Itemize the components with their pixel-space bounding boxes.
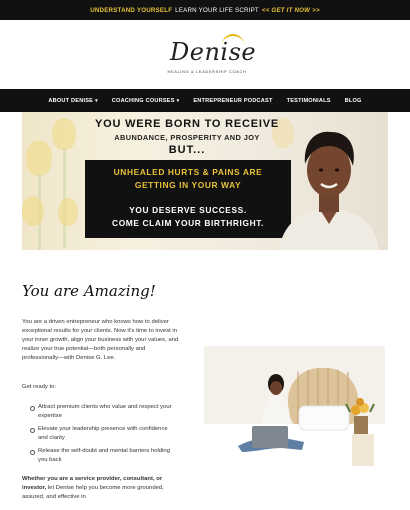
- list-item: Elevate your leadership presence with co…: [30, 425, 175, 442]
- intro-ready-label: Get ready to:: [22, 384, 57, 390]
- tulip-decoration: [22, 196, 44, 226]
- tulip-decoration: [26, 140, 52, 176]
- nav-item-blog[interactable]: BLOG: [345, 98, 362, 104]
- nav-item-testimonials[interactable]: TESTIMONIALS: [287, 98, 331, 104]
- tulip-decoration: [52, 118, 76, 150]
- nav-item-label: ENTREPRENEUR PODCAST: [193, 97, 273, 104]
- chevron-down-icon: ▾: [176, 97, 180, 104]
- announcement-highlight: UNDERSTAND YOURSELF: [90, 6, 173, 14]
- intro-closing: Whether you are a service provider, cons…: [22, 475, 182, 502]
- logo-tagline: HEALING & LEADERSHIP COACH: [167, 69, 247, 74]
- list-item: Attract premium clients who value and re…: [30, 403, 175, 420]
- nav-item-label: COACHING COURSES: [111, 97, 175, 104]
- hero-headline: YOU WERE BORN TO RECEIVE: [94, 118, 280, 130]
- nav-item-entrepreneur-podcast[interactable]: ENTREPRENEUR PODCAST: [193, 98, 272, 104]
- main-nav: ABOUT DENISE ▾ COACHING COURSES ▾ ENTREP…: [0, 89, 410, 112]
- hero-box-line-2: GETTING IN YOUR WAY: [134, 180, 242, 190]
- hero-box-promise: YOU DESERVE SUCCESS. COME CLAIM YOUR BIR…: [85, 204, 291, 230]
- coach-working-photo: [204, 346, 385, 466]
- intro-paragraph: You are a driven entrepreneur who knows …: [22, 319, 179, 361]
- intro-title: You are Amazing!: [22, 282, 156, 300]
- nav-item-about-denise[interactable]: ABOUT DENISE ▾: [48, 98, 97, 104]
- hero-box-line-1: UNHEALED HURTS & PAINS ARE: [113, 167, 263, 177]
- hero-banner: YOU WERE BORN TO RECEIVE ABUNDANCE, PROS…: [22, 112, 388, 250]
- announcement-cta-link[interactable]: << GET IT NOW >>: [262, 7, 320, 14]
- announcement-bar[interactable]: UNDERSTAND YOURSELF LEARN YOUR LIFE SCRI…: [0, 0, 410, 20]
- nav-item-label: TESTIMONIALS: [286, 97, 331, 104]
- nav-item-label: ABOUT DENISE: [48, 97, 94, 104]
- site-logo[interactable]: Denise HEALING & LEADERSHIP COACH: [150, 32, 260, 78]
- hero-box-warning: UNHEALED HURTS & PAINS ARE GETTING IN YO…: [85, 166, 291, 192]
- hero-subheadline: ABUNDANCE, PROSPERITY AND JOY: [114, 133, 260, 142]
- logo-name: Denise: [170, 38, 257, 66]
- hero-box-line-4: COME CLAIM YOUR BIRTHRIGHT.: [112, 218, 264, 228]
- hero-message-box: UNHEALED HURTS & PAINS ARE GETTING IN YO…: [85, 160, 291, 238]
- coach-portrait: [279, 131, 379, 250]
- hero-but: BUT...: [168, 144, 206, 156]
- benefits-list: Attract premium clients who value and re…: [30, 403, 175, 470]
- list-item: Release the self-doubt and mental barrie…: [30, 447, 175, 464]
- hero-box-line-3: YOU DESERVE SUCCESS.: [129, 205, 247, 215]
- tulip-decoration: [58, 198, 78, 226]
- announcement-text: LEARN YOUR LIFE SCRIPT: [175, 6, 259, 14]
- nav-item-label: BLOG: [344, 97, 362, 104]
- chevron-down-icon: ▾: [95, 97, 98, 104]
- nav-item-coaching-courses[interactable]: COACHING COURSES ▾: [112, 98, 180, 104]
